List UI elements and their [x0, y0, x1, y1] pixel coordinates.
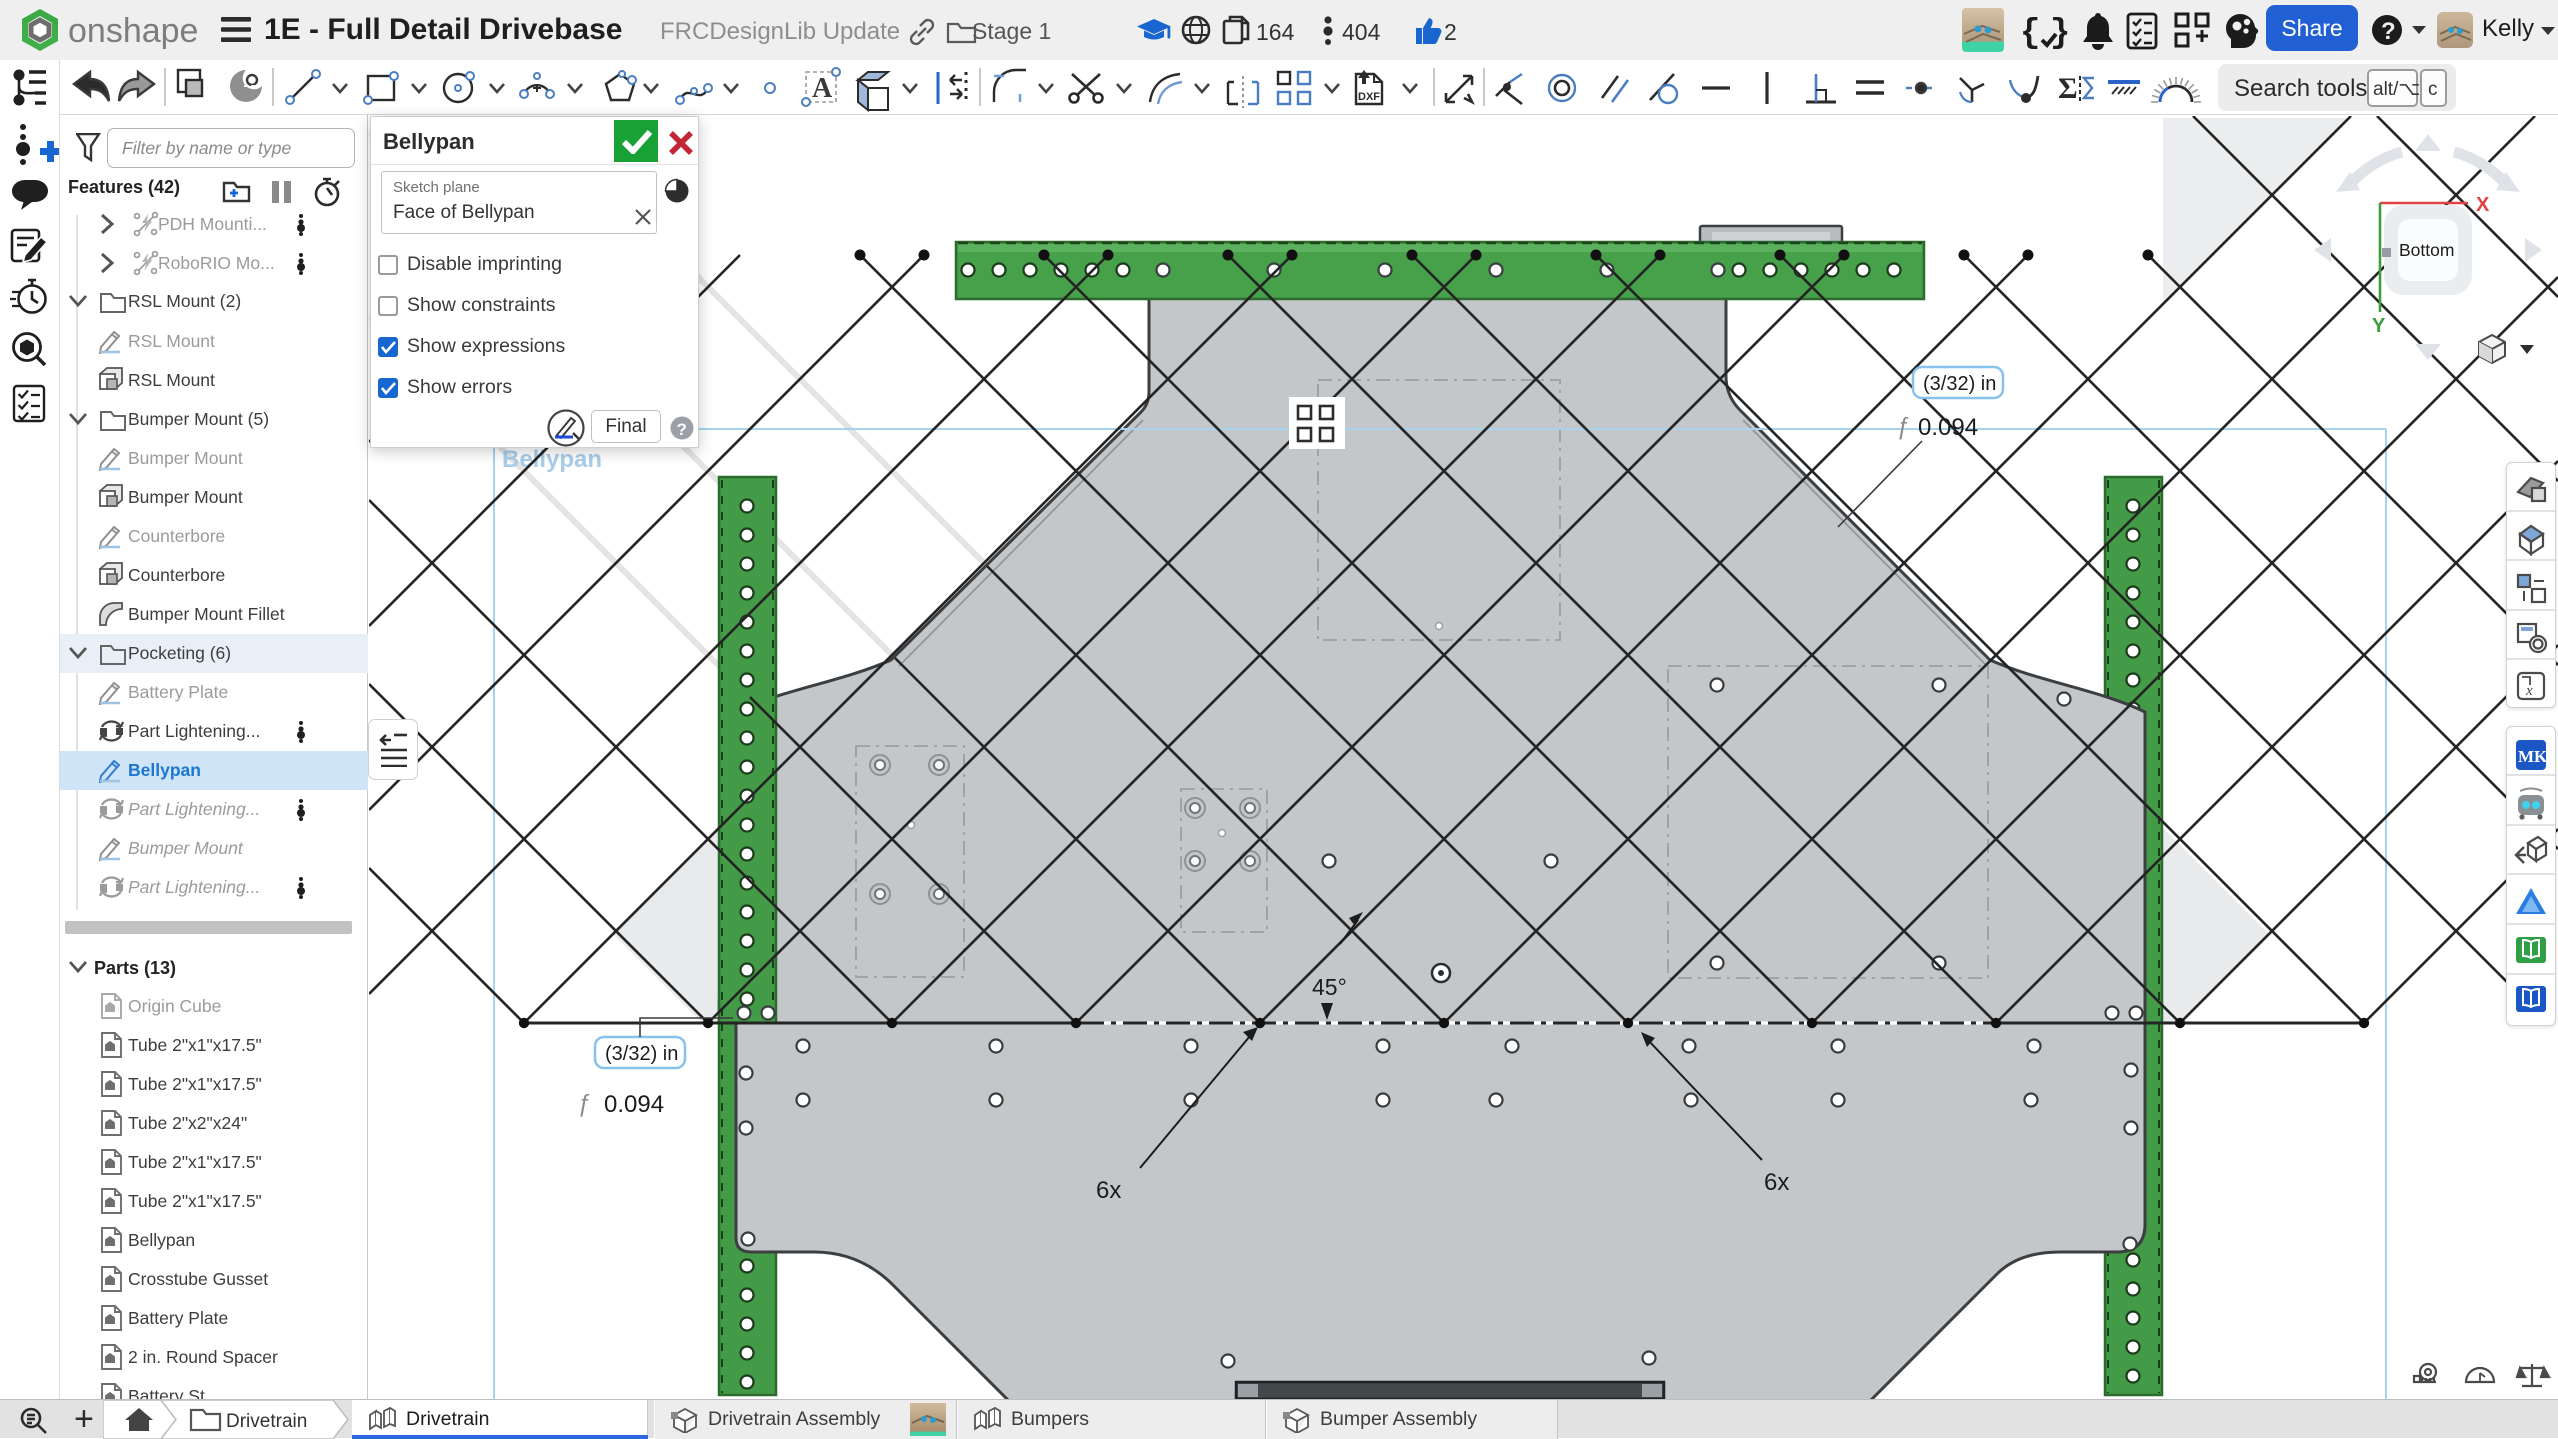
svg-text:Y: Y — [2372, 315, 2386, 337]
svg-text:0.094: 0.094 — [1918, 414, 1978, 441]
svg-text:MK: MK — [2518, 747, 2548, 766]
svg-text:?: ? — [677, 420, 687, 439]
svg-text:ƒ: ƒ — [1896, 413, 1909, 440]
svg-text:6x: 6x — [1096, 1177, 1121, 1204]
svg-text:Bottom: Bottom — [2399, 240, 2454, 260]
svg-text:ƒ: ƒ — [577, 1090, 590, 1117]
svg-text:X: X — [2476, 194, 2490, 216]
svg-text:45°: 45° — [1312, 974, 1347, 1000]
svg-text:6x: 6x — [1764, 1169, 1789, 1196]
svg-text:(3/32) in: (3/32) in — [605, 1043, 678, 1065]
svg-text:0.094: 0.094 — [604, 1091, 664, 1118]
svg-text:(3/32) in: (3/32) in — [1923, 373, 1996, 395]
svg-text:x: x — [2525, 683, 2533, 699]
svg-text:Drivetrain: Drivetrain — [226, 1411, 307, 1432]
svg-text:Bellypan: Bellypan — [502, 446, 602, 473]
